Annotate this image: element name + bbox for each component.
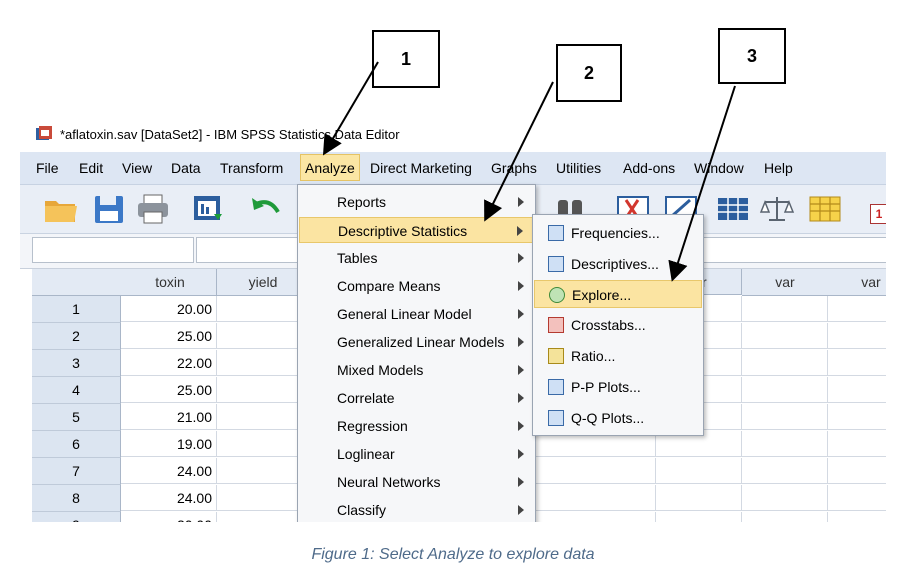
figure-caption: Figure 1: Select Analyze to explore data: [311, 546, 595, 563]
arrow-2: [484, 81, 554, 222]
annotation-arrows: [322, 61, 736, 282]
arrow-1: [322, 61, 379, 156]
arrow-3: [668, 85, 736, 282]
